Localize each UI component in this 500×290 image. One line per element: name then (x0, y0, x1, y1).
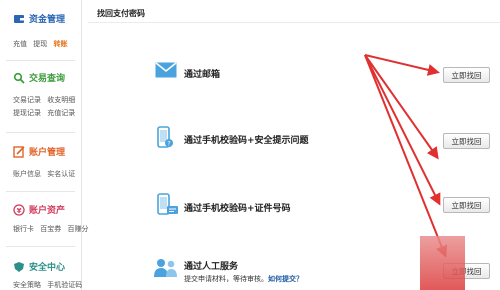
sidebar-link-account-info[interactable]: 账户信息 (13, 170, 41, 178)
sidebar-title-transactions[interactable]: 交易查询 (13, 71, 65, 84)
people-icon (153, 258, 179, 278)
mail-icon (155, 62, 177, 78)
method-phone-id-label: 通过手机校验码+证件号码 (184, 204, 291, 214)
method-phone-question-label: 通过手机校验码+安全提示问题 (184, 136, 309, 146)
title-divider (88, 22, 500, 23)
sidebar-section-funds: 资金管理 充值 提现 转账 (0, 0, 82, 58)
method-manual-label: 通过人工服务 (184, 262, 239, 272)
recover-phone-question-button[interactable]: 立即找回 (443, 133, 490, 149)
svg-text:¥: ¥ (17, 207, 22, 215)
mobile-id-icon (157, 193, 179, 217)
sidebar-title-label: 安全中心 (29, 263, 66, 273)
arrow-to-phone-question-button (364, 54, 439, 160)
sidebar-link-transfer[interactable]: 转账 (53, 40, 67, 48)
sidebar-link-security-policy[interactable]: 安全策略 (13, 281, 41, 289)
sidebar-link-trade-records[interactable]: 交易记录 (13, 96, 41, 104)
sidebar-section-transactions: 交易查询 交易记录 收支明细 提现记录 充值记录 (0, 60, 82, 130)
how-to-submit-link[interactable]: 如何提交？ (268, 275, 303, 283)
wallet-icon (13, 13, 25, 25)
sidebar-title-label: 账户资产 (29, 206, 66, 216)
sidebar-section-security: 安全中心 安全策略 手机验证码 (0, 246, 82, 290)
arrow-to-manual-button (364, 54, 448, 258)
search-icon (13, 72, 25, 84)
shield-icon (13, 261, 25, 273)
sidebar-title-label: 账户管理 (29, 148, 66, 158)
recover-phone-id-button[interactable]: 立即找回 (443, 197, 490, 213)
sidebar-title-account[interactable]: 账户管理 (13, 145, 65, 158)
edit-icon (13, 145, 25, 158)
annotation-highlight (420, 236, 465, 290)
sidebar-link-recharge-records[interactable]: 充值记录 (47, 109, 75, 117)
sidebar-link-points[interactable]: 百赚分 (67, 225, 88, 233)
sidebar-section-assets: ¥ 账户资产 银行卡 百宝券 百赚分 (0, 191, 88, 243)
sidebar-title-label: 交易查询 (29, 74, 66, 84)
sidebar-link-realname[interactable]: 实名认证 (47, 170, 75, 178)
sidebar-link-withdraw[interactable]: 提现 (33, 40, 47, 48)
sidebar: 资金管理 充值 提现 转账 交易查询 交易记录 收支明细 提现记录 充值记录 账… (0, 0, 88, 290)
sidebar-link-coupons[interactable]: 百宝券 (40, 225, 61, 233)
sidebar-link-income-detail[interactable]: 收支明细 (47, 96, 75, 104)
sidebar-title-assets[interactable]: ¥ 账户资产 (13, 203, 65, 216)
sidebar-title-label: 资金管理 (29, 15, 66, 25)
sidebar-link-sms-code[interactable]: 手机验证码 (47, 281, 82, 289)
arrow-to-email-button (364, 54, 440, 76)
yen-icon: ¥ (13, 203, 25, 216)
method-manual-sub: 提交申请材料，等待审核。如何提交？ (184, 274, 303, 284)
method-email-label: 通过邮箱 (184, 70, 221, 80)
method-manual-desc: 提交申请材料，等待审核。 (184, 275, 268, 283)
phone-icon: ? (157, 126, 173, 150)
sidebar-title-funds[interactable]: 资金管理 (13, 12, 65, 25)
recover-email-button[interactable]: 立即找回 (443, 67, 490, 83)
svg-text:?: ? (167, 141, 170, 148)
page-title: 找回支付密码 (97, 9, 145, 18)
sidebar-link-withdraw-records[interactable]: 提现记录 (13, 109, 41, 117)
sidebar-link-bank-card[interactable]: 银行卡 (13, 225, 34, 233)
sidebar-title-security[interactable]: 安全中心 (13, 260, 65, 273)
sidebar-section-account: 账户管理 账户信息 实名认证 (0, 132, 82, 190)
sidebar-link-recharge[interactable]: 充值 (13, 40, 27, 48)
arrow-to-phone-id-button (364, 54, 441, 206)
